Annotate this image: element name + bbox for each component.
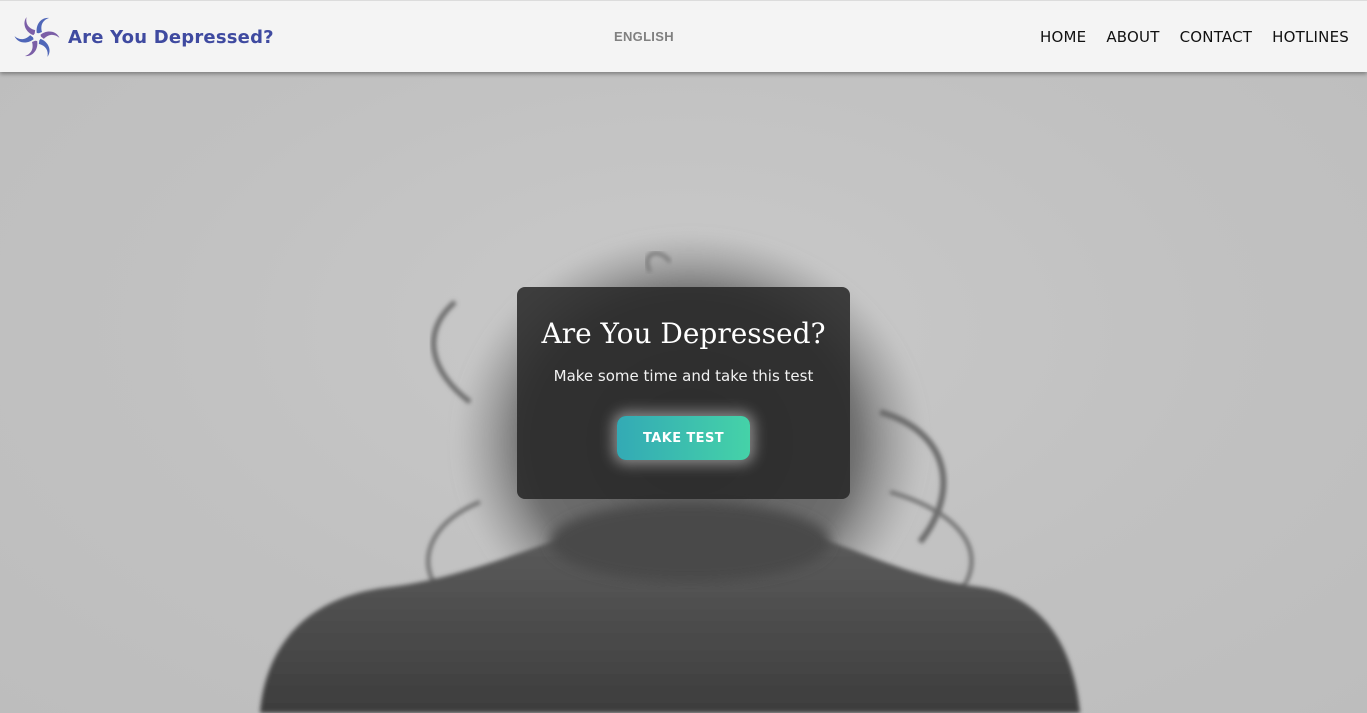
brand-home-link[interactable]: Are You Depressed? <box>13 13 274 61</box>
main-nav: HOME ABOUT CONTACT HOTLINES <box>1040 28 1349 46</box>
take-test-button[interactable]: TAKE TEST <box>617 416 750 460</box>
hero-section: Are You Depressed? Make some time and ta… <box>0 72 1367 713</box>
nav-contact-link[interactable]: CONTACT <box>1180 28 1253 46</box>
top-navbar: Are You Depressed? ENGLISH HOME ABOUT CO… <box>0 0 1367 72</box>
nav-hotlines-link[interactable]: HOTLINES <box>1272 28 1349 46</box>
nav-about-link[interactable]: ABOUT <box>1106 28 1159 46</box>
hero-title: Are You Depressed? <box>541 317 826 350</box>
brand-name: Are You Depressed? <box>68 26 274 48</box>
hero-card: Are You Depressed? Make some time and ta… <box>517 287 850 499</box>
nav-home-link[interactable]: HOME <box>1040 28 1086 46</box>
pinwheel-logo-icon <box>14 17 60 57</box>
hero-subtitle: Make some time and take this test <box>553 367 814 385</box>
language-selector[interactable]: ENGLISH <box>614 29 674 44</box>
